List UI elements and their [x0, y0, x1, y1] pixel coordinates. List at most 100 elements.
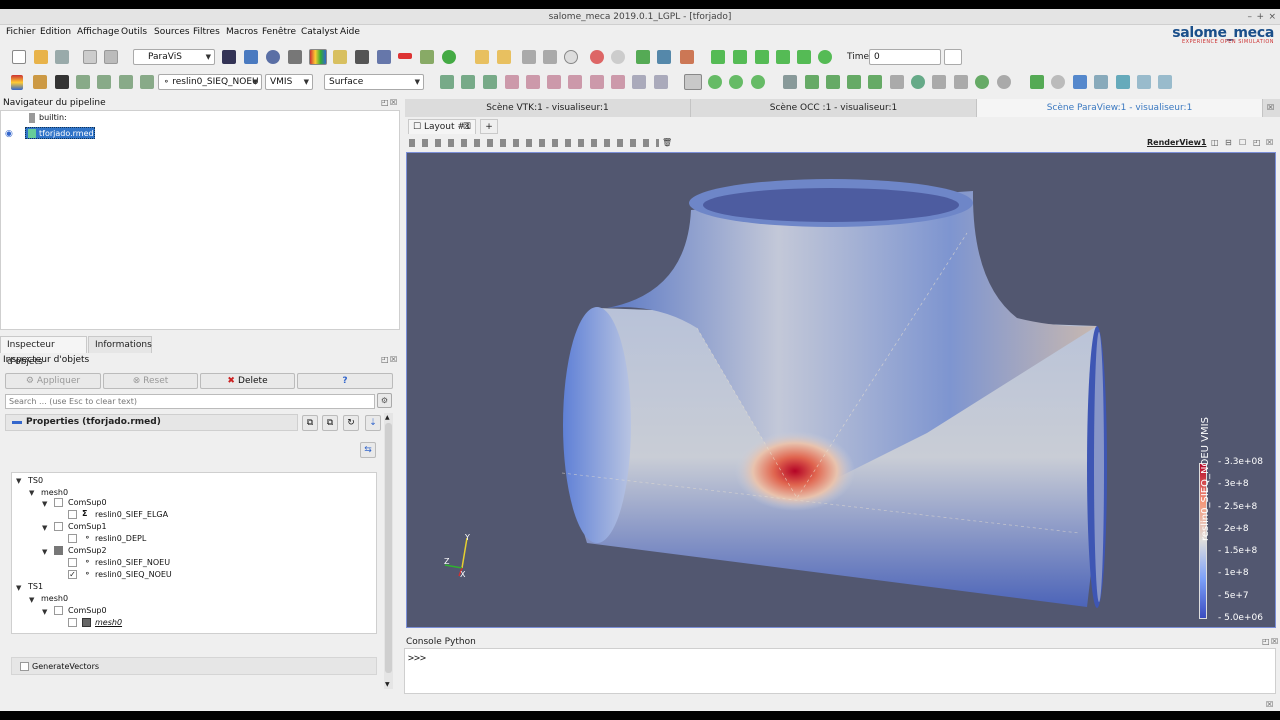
undock-view-icon[interactable]: ◰ [1253, 138, 1261, 147]
rescale-visible-icon[interactable] [119, 75, 133, 89]
tree-item-mesh0[interactable]: mesh0 [41, 488, 68, 497]
geometry-module-icon[interactable] [222, 50, 236, 64]
reset-range-icon[interactable] [55, 75, 69, 89]
view-minus-z-icon[interactable] [611, 75, 625, 89]
restore-defaults-icon[interactable]: ↻ [343, 415, 359, 431]
filter-5-icon[interactable] [890, 75, 904, 89]
filter-9-icon[interactable] [975, 75, 989, 89]
inspector-scrollbar[interactable]: ▲ ▼ [384, 413, 393, 689]
menu-catalyst[interactable]: Catalyst [301, 27, 338, 37]
tool-2-icon[interactable] [355, 50, 369, 64]
menu-fichier[interactable]: Fichier [6, 27, 35, 37]
select-points-icon[interactable] [708, 75, 722, 89]
tab-object-inspector[interactable]: Inspecteur d'objets [0, 336, 87, 367]
tree-item-ts1[interactable]: TS1 [28, 582, 43, 591]
first-frame-icon[interactable] [711, 50, 725, 64]
menu-edition[interactable]: Edition [40, 27, 71, 37]
expand-icon[interactable]: ▼ [42, 548, 47, 556]
pipeline-item-builtin[interactable]: builtin: [39, 113, 67, 122]
zoom-box-icon[interactable] [483, 75, 497, 89]
settings-icon[interactable] [1158, 75, 1172, 89]
menu-affichage[interactable]: Affichage [77, 27, 119, 37]
float-panel-icon[interactable]: ◰ [1262, 637, 1270, 646]
menu-filtres[interactable]: Filtres [193, 27, 220, 37]
close-icon[interactable]: × [1268, 9, 1276, 25]
tab-information[interactable]: Informations [88, 336, 152, 353]
catalog-icon[interactable] [333, 50, 347, 64]
view-plus-y-icon[interactable] [547, 75, 561, 89]
camera-redo-icon[interactable] [657, 50, 671, 64]
tree-item-mesh0-ts1[interactable]: mesh0 [41, 594, 68, 603]
orient-axes-icon[interactable] [1094, 75, 1108, 89]
filter-1-icon[interactable] [805, 75, 819, 89]
module-selector[interactable]: ParaViS ▼ [133, 49, 215, 65]
checkbox-comsup0-ts1[interactable] [54, 606, 63, 615]
tool-icon[interactable] [288, 50, 302, 64]
spreadsheet-icon[interactable] [783, 75, 797, 89]
load-state-icon[interactable] [522, 50, 536, 64]
properties-header[interactable]: Properties (tforjado.rmed) [5, 414, 298, 431]
camera-undo-icon[interactable] [636, 50, 650, 64]
generate-vectors-checkbox[interactable] [20, 662, 29, 671]
save-icon[interactable] [55, 50, 69, 64]
paste-icon[interactable] [104, 50, 118, 64]
rotate-minus-90-icon[interactable] [654, 75, 668, 89]
expand-icon[interactable]: ▼ [42, 524, 47, 532]
checkbox-mesh0-ts1[interactable] [68, 618, 77, 627]
tab-occ-scene[interactable]: Scène OCC :1 - visualiseur:1 [691, 99, 977, 117]
tool-4-icon[interactable] [398, 53, 412, 59]
checkbox-depl[interactable] [68, 534, 77, 543]
checkbox-comsup2[interactable] [54, 546, 63, 555]
checkbox-comsup1[interactable] [54, 522, 63, 531]
zoom-to-data-icon[interactable] [461, 75, 475, 89]
rescale-custom-icon[interactable] [76, 75, 90, 89]
reset-button[interactable]: ⊗ Reset [103, 373, 198, 389]
tab-vtk-scene[interactable]: Scène VTK:1 - visualiseur:1 [405, 99, 691, 117]
checkbox-sieq-noeu[interactable]: ✓ [68, 570, 77, 579]
close-panel-icon[interactable]: ☒ [390, 355, 397, 364]
split-vertical-icon[interactable]: ⊟ [1225, 138, 1232, 147]
tools-icon[interactable] [680, 50, 694, 64]
next-frame-icon[interactable] [776, 50, 790, 64]
filter-7-icon[interactable] [932, 75, 946, 89]
reset-camera-icon[interactable] [440, 75, 454, 89]
menu-macros[interactable]: Macros [226, 27, 258, 37]
scroll-down-icon[interactable]: ▼ [385, 681, 390, 688]
copy-properties-icon[interactable]: ⧉ [302, 415, 318, 431]
previous-frame-icon[interactable] [733, 50, 747, 64]
link-icon[interactable] [1051, 75, 1065, 89]
delete-button[interactable]: ✖ Delete [200, 373, 295, 389]
mesh-module-icon[interactable] [244, 50, 258, 64]
filter-4-icon[interactable] [868, 75, 882, 89]
rescale-over-time-icon[interactable] [140, 75, 154, 89]
screenshot-icon[interactable] [1073, 75, 1087, 89]
float-panel-icon[interactable]: ◰ [381, 355, 389, 364]
pipeline-item-selected[interactable]: tforjado.rmed [25, 127, 95, 139]
close-layout-icon[interactable]: ☒ [463, 120, 471, 134]
checkbox-comsup0[interactable] [54, 498, 63, 507]
tree-item-comsup0-ts1[interactable]: ComSup0 [68, 606, 107, 615]
view-minus-x-icon[interactable] [526, 75, 540, 89]
component-selector[interactable]: VMIS ▼ [265, 74, 313, 90]
tree-item-depl[interactable]: reslin0_DEPL [95, 534, 146, 543]
apply-button[interactable]: ⚙ Appliquer [5, 373, 101, 389]
tree-item-sief-noeu[interactable]: reslin0_SIEF_NOEU [95, 558, 170, 567]
minimize-icon[interactable]: – [1248, 9, 1253, 25]
view-plus-z-icon[interactable] [590, 75, 604, 89]
annotation-icon[interactable] [1116, 75, 1130, 89]
render-view-tools-icon[interactable] [409, 139, 659, 147]
new-document-icon[interactable] [12, 50, 26, 64]
maximize-view-icon[interactable]: ☐ [1239, 138, 1246, 147]
expand-icon[interactable]: ▼ [29, 489, 34, 497]
resize-grip-icon[interactable]: ☒ [1266, 700, 1273, 709]
filter-10-icon[interactable] [997, 75, 1011, 89]
expand-icon[interactable]: ▼ [42, 500, 47, 508]
view-minus-y-icon[interactable] [568, 75, 582, 89]
menu-fenetre[interactable]: Fenêtre [262, 27, 296, 37]
delete-view-icon[interactable]: 🗑 [662, 138, 672, 147]
help-button[interactable]: ? [297, 373, 393, 389]
play-icon[interactable] [755, 50, 769, 64]
tool-5-icon[interactable] [420, 50, 434, 64]
filter-2-icon[interactable] [826, 75, 840, 89]
time-step-spinner[interactable] [944, 49, 962, 65]
